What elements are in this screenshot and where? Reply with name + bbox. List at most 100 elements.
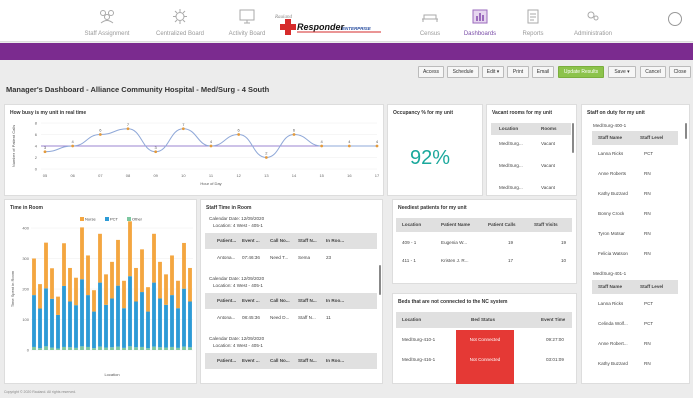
close-button[interactable]: Close: [669, 66, 691, 78]
x-tick-label: 11: [209, 173, 214, 178]
cell-location: Med/Surg-410-1: [402, 337, 436, 342]
nav-administration[interactable]: Administration: [558, 0, 628, 42]
scrollbar[interactable]: [379, 265, 381, 295]
footer-copyright: Copyright © 2020 Rauland. All rights res…: [4, 390, 77, 394]
staff-time-title: Staff Time in Room: [206, 205, 252, 211]
time-in-room-bar-chart: 0 100 200 300 400 Nurse PCT Other Location Time S…: [10, 217, 193, 377]
bar-segment: [146, 311, 150, 349]
table-row[interactable]: Med/Surg-410-1 Not Connected 09:27:00: [396, 330, 572, 350]
responder-logo: Rauland Responder ENTERPRISE: [274, 15, 381, 35]
cell-staff-visits: 10: [561, 258, 567, 263]
y-tick-label: 400: [22, 226, 29, 231]
bar-segment: [56, 348, 60, 350]
bar-segment: [176, 308, 180, 348]
user-account-icon[interactable]: [668, 12, 682, 26]
x-axis-label: Hour of Day: [200, 181, 221, 186]
data-label: 3: [155, 145, 158, 150]
cell-location: 411 - 1: [402, 258, 416, 263]
staff-on-duty-title: Staff on duty for my unit: [587, 110, 645, 116]
bar-segment: [182, 288, 186, 347]
data-point: [98, 133, 102, 136]
nav-activity-board[interactable]: Activity Board: [212, 0, 282, 42]
cell-staff-level: PCT: [644, 301, 654, 306]
bar-segment: [104, 304, 108, 348]
col-patient-name: Patient Name: [441, 222, 471, 227]
edit-dropdown-button[interactable]: Edit ▾: [482, 66, 504, 78]
y-tick-label: 8: [35, 121, 38, 126]
data-label: 3: [44, 145, 47, 150]
cell-staff-name: Celinda Wolf...: [598, 321, 628, 326]
schedule-button[interactable]: Schedule: [447, 66, 479, 78]
legend-swatch: [127, 217, 131, 221]
cell-staff-visits: 19: [561, 240, 567, 245]
table-cell: Staff N...: [298, 315, 316, 320]
legend-label: PCT: [110, 217, 119, 222]
bar-segment: [176, 347, 180, 350]
calendar-date: Calendar Date: 12/09/2020: [209, 216, 265, 221]
table-row[interactable]: Med/Surg-416-1 Not Connected 03:01:09: [396, 350, 572, 370]
data-label: 6: [293, 128, 296, 133]
col-location: Location: [402, 317, 422, 322]
beds-title: Beds that are not connected to the NC sy…: [398, 299, 508, 305]
col-bed-status: Bed Status: [471, 317, 495, 322]
x-tick-label: 12: [236, 173, 241, 178]
cancel-button[interactable]: Cancel: [640, 66, 666, 78]
svg-text:ENTERPRISE: ENTERPRISE: [342, 26, 372, 31]
update-results-button[interactable]: Update Results: [558, 66, 604, 78]
column-header: Call No...: [270, 358, 290, 363]
save-dropdown-button[interactable]: Save ▾: [608, 66, 636, 78]
bar-segment: [140, 292, 144, 347]
cell-staff-level: PCT: [644, 321, 654, 326]
bar-segment: [104, 347, 108, 350]
col-staff-name: Staff Name: [598, 284, 622, 289]
bar-segment: [98, 346, 102, 350]
staff-time-header: Patient... Event ... Call No... Staff N... I…: [205, 293, 377, 309]
cell-staff-name: Tyron Motsar: [598, 231, 625, 236]
bar-segment: [164, 347, 168, 350]
bed-icon: [422, 14, 438, 22]
print-button[interactable]: Print: [507, 66, 529, 78]
bar-segment: [80, 227, 84, 280]
cell-staff-level: RN: [644, 211, 651, 216]
col-staff-level: Staff Level: [640, 284, 664, 289]
email-button[interactable]: Email: [532, 66, 554, 78]
scrollbar[interactable]: [572, 123, 574, 153]
chevron-down-icon: ▾: [625, 69, 630, 75]
bar-segment: [128, 276, 132, 347]
nav-staff-assignment[interactable]: Staff Assignment: [72, 0, 142, 42]
bar-segment: [62, 243, 66, 286]
nav-centralized-board[interactable]: Centralized Board: [145, 0, 215, 42]
bar-segment: [152, 346, 156, 350]
vacant-header: Location Rooms: [491, 123, 571, 135]
staff-on-duty-panel: Staff on duty for my unit Med/Surg-400-1…: [581, 104, 690, 384]
data-point: [264, 156, 268, 159]
location-label: Location: 4 West - 405-1: [213, 223, 263, 228]
col-staff-name: Staff Name: [598, 135, 622, 140]
bar-segment: [32, 346, 36, 350]
data-label: 6: [238, 128, 241, 133]
data-point: [71, 144, 75, 148]
bar-segment: [182, 346, 186, 350]
bar-segment: [164, 304, 168, 348]
staff-header: Staff Name Staff Level: [592, 131, 678, 145]
cell-patient-calls: 17: [508, 258, 514, 263]
cell-staff-name: Anne Roberts: [598, 171, 627, 176]
cell-staff-name: Lanna Ricks: [598, 301, 624, 306]
table-cell: Need D...: [270, 315, 290, 320]
bar-segment: [98, 233, 102, 283]
column-header: Call No...: [270, 238, 290, 243]
bar-segment: [80, 346, 84, 350]
y-tick-label: 200: [22, 287, 29, 292]
scrollbar[interactable]: [685, 123, 687, 139]
access-button[interactable]: Access: [418, 66, 444, 78]
y-tick-label: 2: [35, 155, 38, 160]
beds-header: Location Bed Status Event Time: [396, 312, 572, 328]
data-point: [126, 127, 130, 131]
data-label: 4: [348, 139, 351, 144]
dashboard-icon: [472, 9, 488, 24]
cell-staff-level: RN: [644, 171, 651, 176]
bar-segment: [92, 311, 96, 349]
x-tick-label: 14: [292, 173, 297, 178]
y-axis-label: Number of Patient Calls: [11, 125, 16, 167]
data-label: 4: [376, 139, 379, 144]
